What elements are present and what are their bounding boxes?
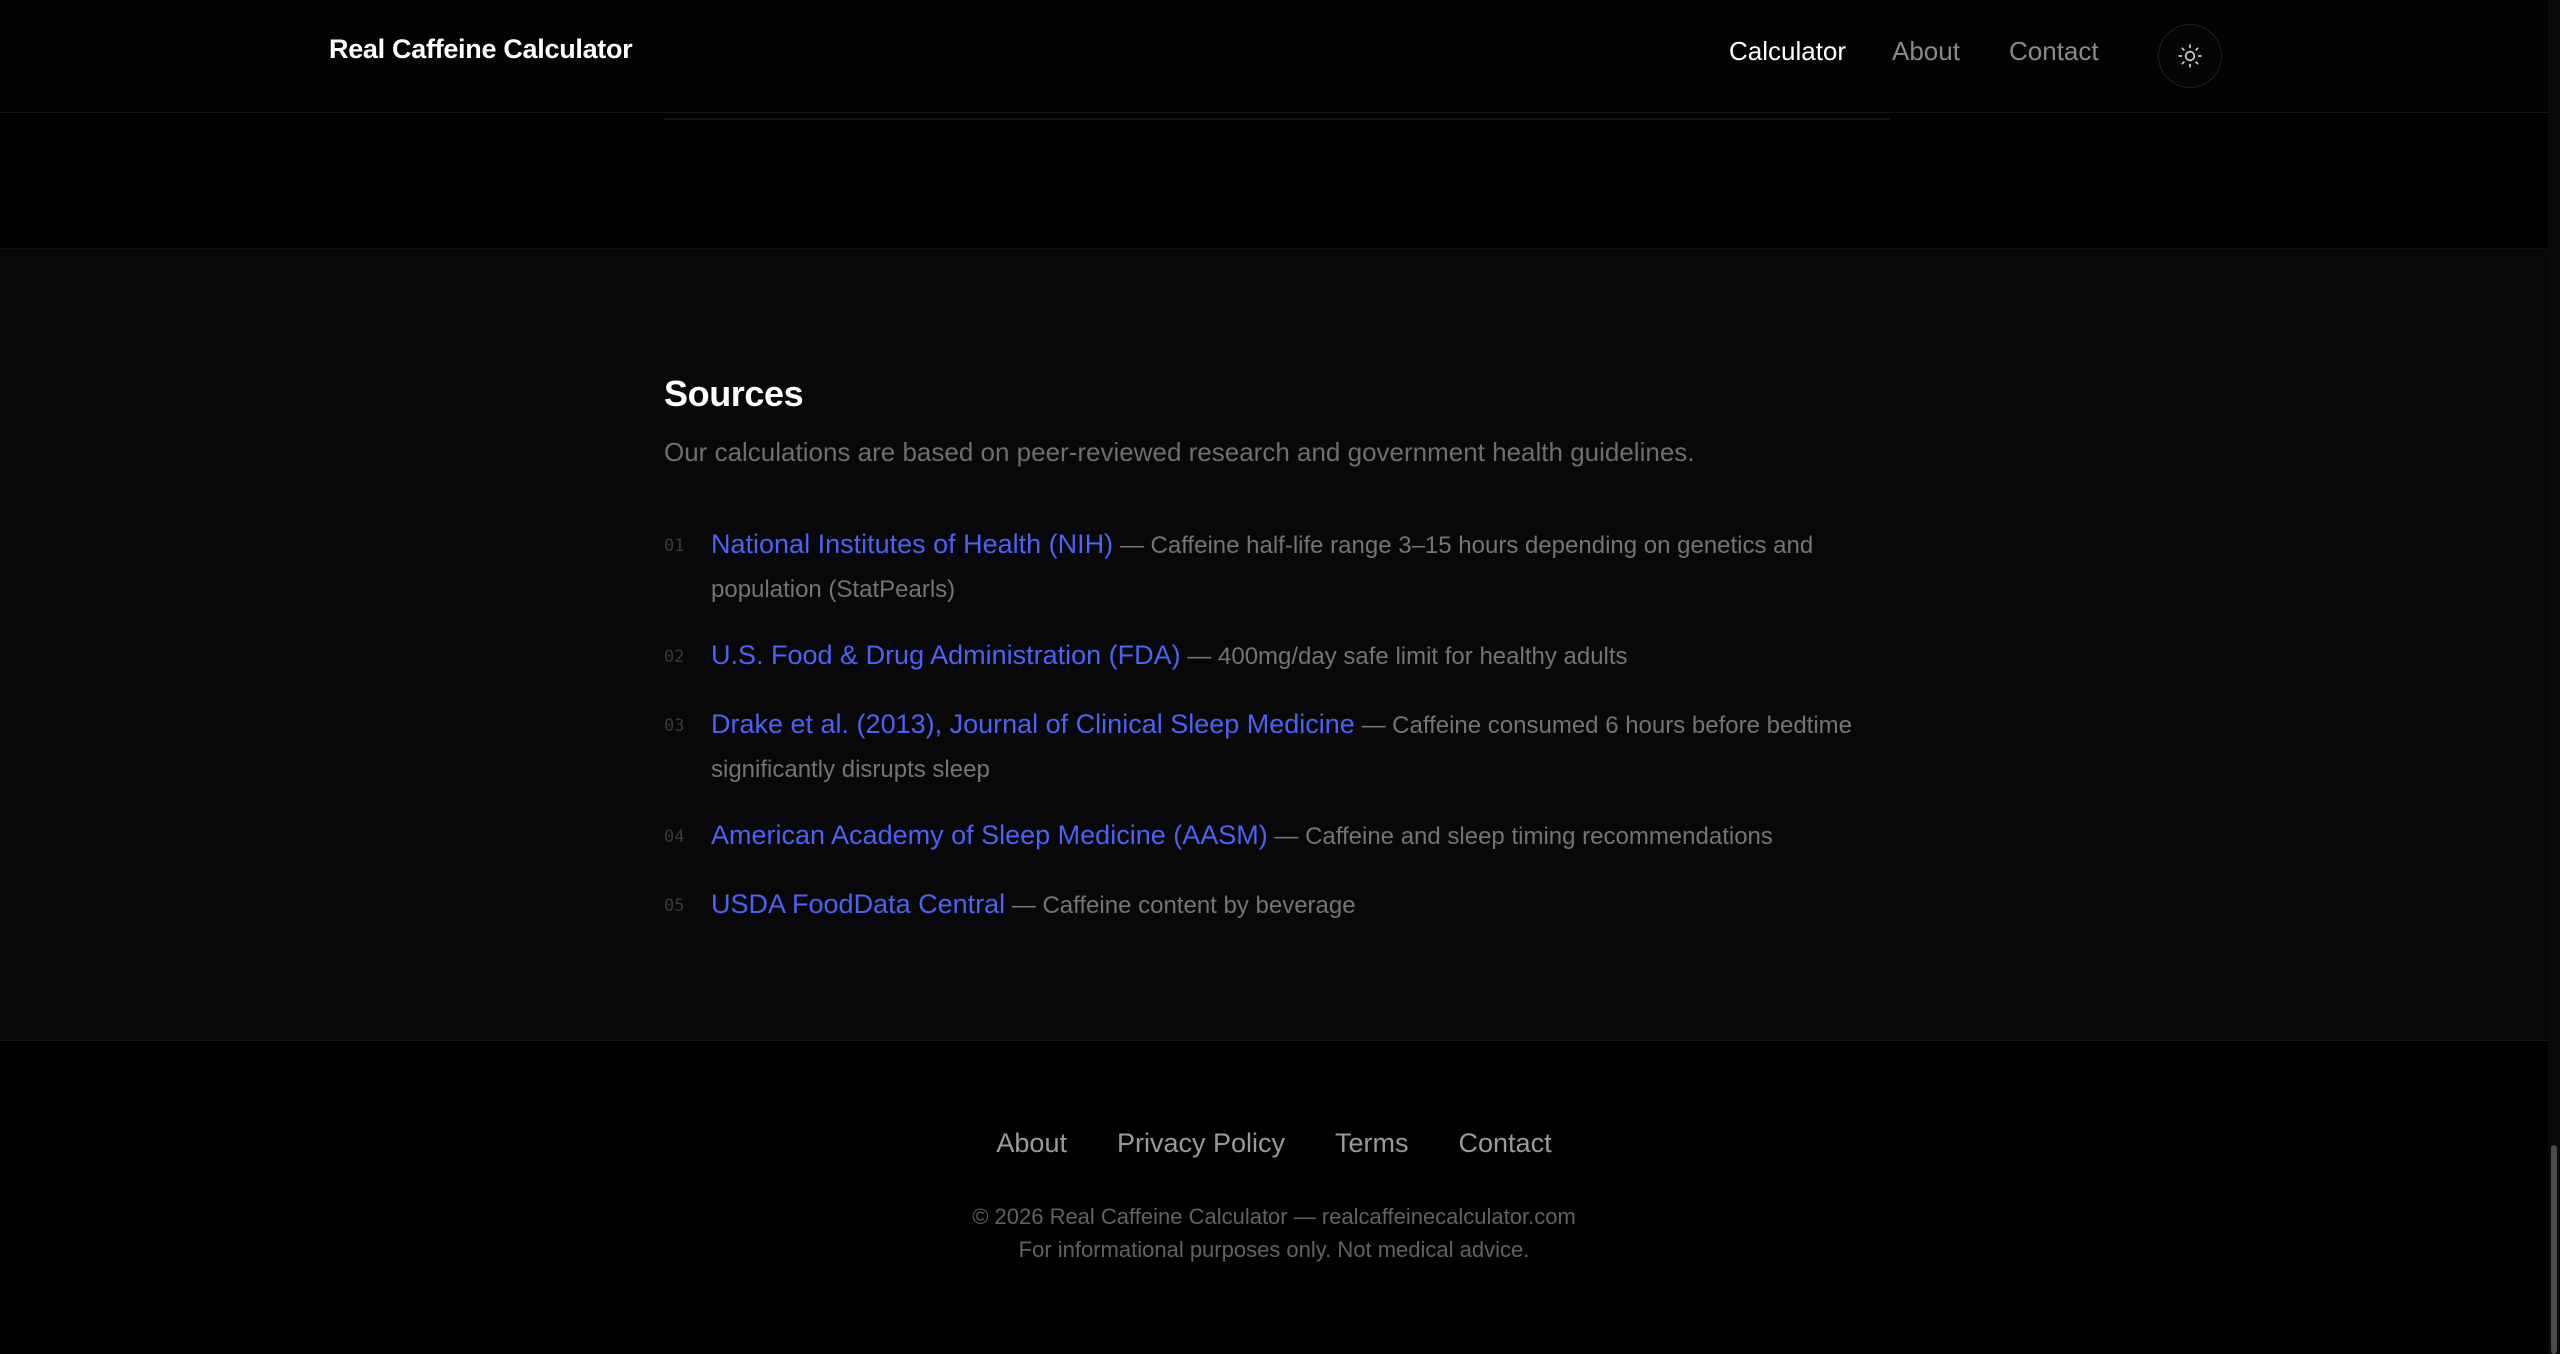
- source-link-usda[interactable]: USDA FoodData Central: [711, 889, 1005, 919]
- source-link-fda[interactable]: U.S. Food & Drug Administration (FDA): [711, 640, 1181, 670]
- source-item: 01 National Institutes of Health (NIH) —…: [664, 523, 1890, 611]
- theme-toggle-button[interactable]: [2158, 24, 2222, 88]
- site-header: Real Caffeine Calculator Calculator Abou…: [0, 0, 2548, 113]
- source-link-aasm[interactable]: American Academy of Sleep Medicine (AASM…: [711, 820, 1268, 850]
- source-link-drake[interactable]: Drake et al. (2013), Journal of Clinical…: [711, 709, 1355, 739]
- brand-logo[interactable]: Real Caffeine Calculator: [329, 34, 633, 65]
- source-number: 05: [664, 896, 685, 916]
- source-item: 04 American Academy of Sleep Medicine (A…: [664, 814, 1890, 858]
- source-item: 02 U.S. Food & Drug Administration (FDA)…: [664, 634, 1890, 678]
- source-number: 04: [664, 827, 685, 847]
- disclaimer-text: For informational purposes only. Not med…: [1018, 1237, 1530, 1262]
- footer-link-privacy[interactable]: Privacy Policy: [1117, 1128, 1285, 1159]
- page-scrollbar[interactable]: [2548, 0, 2560, 1354]
- nav-contact[interactable]: Contact: [2009, 36, 2099, 67]
- footer-links: About Privacy Policy Terms Contact: [0, 1128, 2548, 1159]
- footer-link-terms[interactable]: Terms: [1335, 1128, 1409, 1159]
- nav-about[interactable]: About: [1892, 36, 1960, 67]
- source-description: — 400mg/day safe limit for healthy adult…: [1180, 643, 1628, 670]
- source-link-nih[interactable]: National Institutes of Health (NIH): [711, 529, 1113, 559]
- sources-title: Sources: [664, 373, 804, 414]
- source-item: 03 Drake et al. (2013), Journal of Clini…: [664, 703, 1890, 791]
- source-number: 02: [664, 647, 685, 667]
- source-number: 03: [664, 716, 685, 736]
- nav-calculator[interactable]: Calculator: [1729, 36, 1846, 67]
- scrollbar-thumb[interactable]: [2551, 1145, 2557, 1354]
- source-item: 05 USDA FoodData Central — Caffeine cont…: [664, 883, 1890, 927]
- sources-subtitle: Our calculations are based on peer-revie…: [664, 437, 1695, 467]
- source-description: — Caffeine and sleep timing recommendati…: [1267, 823, 1773, 850]
- sources-section: Sources Our calculations are based on pe…: [0, 248, 2548, 1041]
- source-description: — Caffeine content by beverage: [1005, 892, 1356, 919]
- copyright-text: © 2026 Real Caffeine Calculator — realca…: [972, 1204, 1576, 1229]
- footer-link-about[interactable]: About: [996, 1128, 1067, 1159]
- sun-icon: [2178, 44, 2202, 68]
- source-number: 01: [664, 536, 685, 556]
- footer-link-contact[interactable]: Contact: [1459, 1128, 1552, 1159]
